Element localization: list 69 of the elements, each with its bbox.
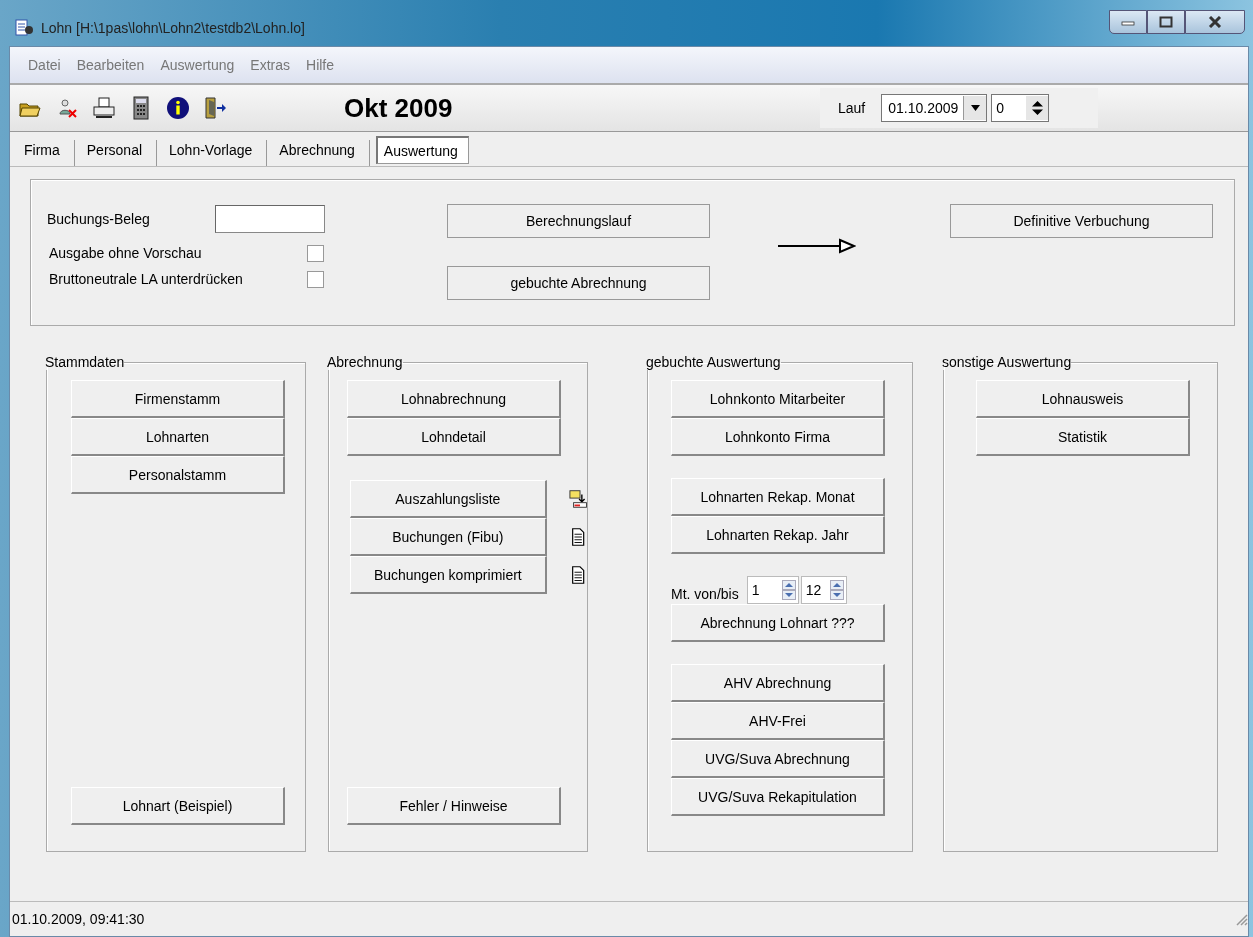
report-button[interactable]: Lohnkonto Firma [671,418,885,456]
report-button[interactable]: Personalstamm [71,456,285,494]
report-button[interactable]: AHV-Frei [671,702,885,740]
spin-arrows-icon [781,580,796,600]
report-button[interactable]: UVG/Suva Abrechnung [671,740,885,778]
run-number-spinner[interactable]: 0 [991,94,1050,122]
report-button[interactable]: Lohnkonto Mitarbeiter [671,380,885,418]
report-button[interactable]: Statistik [976,418,1190,456]
flat-button[interactable]: Berechnungslauf [447,204,710,238]
month-spinner[interactable]: 12 [800,576,847,604]
report-button[interactable]: Lohnabrechnung [347,380,561,418]
report-button[interactable]: Buchungen (Fibu) [350,518,547,556]
info-icon[interactable] [166,96,190,120]
input-field[interactable] [215,205,325,233]
maximize-button[interactable] [1147,10,1185,34]
tab[interactable]: Firma [12,140,75,166]
report-button[interactable]: UVG/Suva Rekapitulation [671,778,885,816]
group-title: sonstige Auswertung [942,354,1072,370]
tab[interactable]: Auswertung [375,136,469,164]
checkbox[interactable] [307,270,324,288]
maximize-icon [1159,16,1173,28]
spin-arrows-icon [1031,100,1043,116]
report-button[interactable]: Lohndetail [347,418,561,456]
status-text: 01.10.2009, 09:41:30 [12,911,145,927]
flat-button[interactable]: gebuchte Abrechnung [447,266,710,300]
date-dropdown[interactable]: 01.10.2009 [881,94,988,122]
period-title: Okt 2009 [344,92,453,124]
caret-icon [970,105,980,111]
report-button[interactable]: Lohnarten [71,418,285,456]
report-button[interactable]: Lohnart (Beispiel) [71,787,285,825]
range-label: Mt. von/bis [671,586,739,602]
window-title: Lohn [H:\1pas\lohn\Lohn2\testdb2\Lohn.lo] [41,20,305,36]
checkbox-label: Ausgabe ohne Vorschau [49,245,203,261]
report-button[interactable]: Lohnarten Rekap. Jahr [671,516,885,554]
menu-item[interactable]: Bearbeiten [68,57,153,73]
report-button[interactable]: AHV Abrechnung [671,664,885,702]
group-title: gebuchte Auswertung [646,354,781,370]
report-button[interactable]: Lohnarten Rekap. Monat [671,478,885,516]
menu-item[interactable]: Hilfe [298,57,343,73]
arrow-icon [778,238,856,254]
resize-grip-icon[interactable] [1234,912,1248,926]
report-button[interactable]: Auszahlungsliste [350,480,547,518]
menu-item[interactable]: Auswertung [152,57,243,73]
checkbox-label: Bruttoneutrale LA unterdrücken [49,271,244,287]
flat-button[interactable]: Definitive Verbuchung [950,204,1213,238]
menu-item[interactable]: Datei [20,57,69,73]
group-title: Abrechnung [327,354,403,370]
tab[interactable]: Personal [74,140,158,166]
group-title: Stammdaten [45,354,125,370]
month-spinner[interactable]: 1 [746,576,799,604]
report-button[interactable]: Abrechnung Lohnart ??? [671,604,885,642]
menu-item[interactable]: Extras [242,57,299,73]
exit-door-icon[interactable] [203,96,227,120]
report-button[interactable]: Firmenstamm [71,380,285,418]
report-button[interactable]: Buchungen komprimiert [350,556,547,594]
run-label: Lauf [838,100,866,116]
checkbox[interactable] [307,244,324,262]
app-icon [15,18,35,38]
spin-arrows-icon [829,580,844,600]
minimize-button[interactable] [1109,10,1147,34]
field-label: Buchungs-Beleg [47,211,151,227]
close-icon [1207,16,1223,28]
tab[interactable]: Abrechnung [267,140,370,166]
tab[interactable]: Lohn-Vorlage [157,140,268,166]
report-button[interactable]: Lohnausweis [976,380,1190,418]
close-button[interactable] [1185,10,1245,34]
export-icon[interactable] [568,489,587,509]
report-button[interactable]: Fehler / Hinweise [347,787,561,825]
printer-icon[interactable] [92,96,116,120]
